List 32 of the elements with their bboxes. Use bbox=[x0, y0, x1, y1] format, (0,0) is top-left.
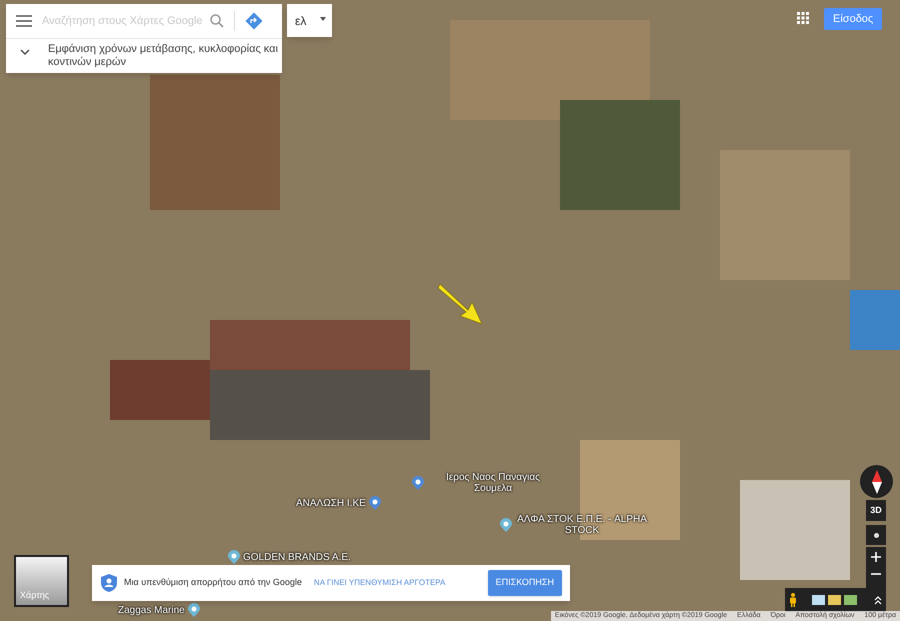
pegman-icon[interactable] bbox=[789, 593, 797, 607]
place-pin-icon[interactable] bbox=[228, 550, 240, 564]
imagery-thumbnail[interactable] bbox=[844, 595, 857, 605]
remind-later-link[interactable]: ΝΑ ΓΙΝΕΙ ΥΠΕΝΘΥΜΙΣΗ ΑΡΓΟΤΕΡΑ bbox=[314, 577, 446, 589]
imagery-thumbnail[interactable] bbox=[812, 595, 825, 605]
place-label[interactable]: ΑΛΦΑ ΣΤΟΚ Ε.Π.Ε. - ALPHA STOCK bbox=[515, 514, 649, 536]
place-pin-icon[interactable] bbox=[412, 476, 424, 490]
imagery-thumbnail[interactable] bbox=[828, 595, 841, 605]
search-icon[interactable] bbox=[210, 14, 224, 28]
place-label[interactable]: ΑΝΑΛΩΣΗ Ι.ΚΕ bbox=[296, 498, 366, 508]
place-pin-icon[interactable] bbox=[500, 518, 512, 532]
my-location-button[interactable] bbox=[866, 525, 886, 545]
sign-in-button[interactable]: Είσοδος bbox=[824, 8, 882, 30]
satellite-map[interactable] bbox=[0, 0, 900, 621]
tilt-3d-button[interactable]: 3D bbox=[866, 500, 886, 521]
caret-icon bbox=[320, 17, 326, 21]
place-label[interactable]: Ιερος Ναος Παναγιας Σουμελα bbox=[427, 472, 559, 494]
transit-hint[interactable]: Εμφάνιση χρόνων μετάβασης, κυκλοφορίας και κοντινών μερών bbox=[48, 43, 282, 69]
apps-grid-icon[interactable] bbox=[797, 12, 809, 24]
shield-icon bbox=[101, 574, 117, 592]
double-chevron-up-icon[interactable] bbox=[874, 596, 882, 604]
map-layer-toggle[interactable]: Χάρτης bbox=[14, 555, 69, 607]
review-button[interactable]: ΕΠΙΣΚΟΠΗΣΗ bbox=[488, 570, 562, 596]
chevron-down-icon[interactable] bbox=[20, 49, 30, 55]
place-label[interactable]: Zaggas Marine bbox=[118, 604, 185, 616]
place-pin-icon[interactable] bbox=[368, 496, 381, 510]
zoom-in-icon[interactable] bbox=[871, 552, 881, 562]
building-roof bbox=[850, 290, 900, 350]
privacy-message: Μια υπενθύμιση απορρήτου από την Google bbox=[124, 576, 302, 590]
language-dropdown[interactable]: ελ bbox=[287, 4, 332, 37]
place-label[interactable]: GOLDEN BRANDS A.E. bbox=[243, 552, 351, 562]
place-pin-icon[interactable] bbox=[188, 603, 200, 617]
